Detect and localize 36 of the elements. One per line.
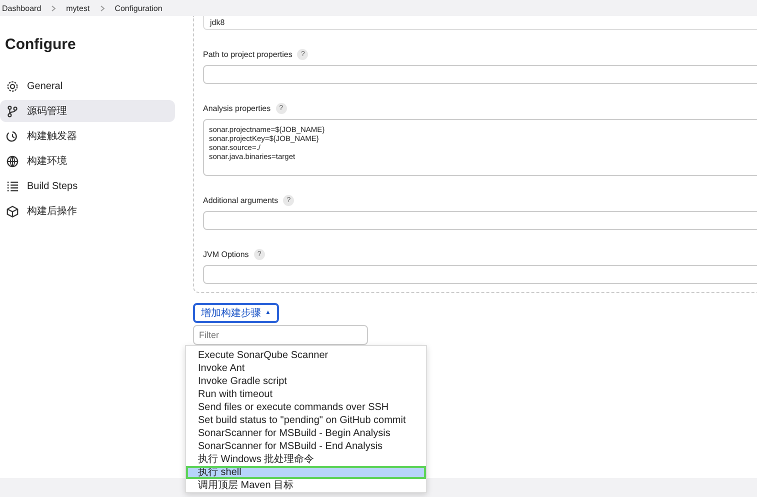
breadcrumb-link[interactable]: mytest <box>66 4 90 12</box>
field-label: Additional arguments <box>203 196 278 205</box>
input-field[interactable] <box>203 265 757 284</box>
branch-icon <box>6 104 19 118</box>
globe-icon <box>6 154 19 168</box>
chevron-icon <box>51 4 56 12</box>
menu-item[interactable]: Invoke Gradle script <box>186 375 426 388</box>
menu-item[interactable]: Run with timeout <box>186 388 426 401</box>
menu-item[interactable]: SonarScanner for MSBuild - End Analysis <box>186 440 426 453</box>
field-label: JVM Options <box>203 250 249 259</box>
clock-icon <box>6 130 19 142</box>
menu-item[interactable]: SonarScanner for MSBuild - Begin Analysis <box>186 427 426 440</box>
page-title: Configure <box>5 36 77 53</box>
sidebar-item[interactable]: Build Steps <box>0 175 175 197</box>
menu-item[interactable]: Send files or execute commands over SSH <box>186 401 426 414</box>
sidebar-item[interactable]: 构建环境 <box>0 150 175 172</box>
input-field[interactable] <box>203 65 757 84</box>
menu-item[interactable]: Invoke Ant <box>186 362 426 375</box>
chevron-icon <box>100 4 105 12</box>
breadcrumb-link[interactable]: Dashboard <box>2 4 42 12</box>
menu-item[interactable]: Execute SonarQube Scanner <box>186 349 426 362</box>
sidebar-item[interactable]: 源码管理 <box>0 100 175 122</box>
breadcrumb-link[interactable]: Configuration <box>114 4 162 12</box>
input-field[interactable] <box>203 211 757 230</box>
list-icon <box>6 180 19 192</box>
box-icon <box>6 204 19 218</box>
sidebar-item[interactable]: 构建触发器 <box>0 125 175 147</box>
gear-icon <box>6 80 19 92</box>
sidebar-item[interactable]: General <box>0 75 175 97</box>
menu-item[interactable]: Set build status to "pending" on GitHub commit <box>186 414 426 427</box>
menu-item[interactable]: 执行 Windows 批处理命令 <box>186 453 426 466</box>
filter-field[interactable]: Filter <box>193 325 368 345</box>
field-label: Path to project properties <box>203 50 292 59</box>
sidebar-item[interactable]: 构建后操作 <box>0 200 175 222</box>
jdk-field[interactable]: jdk8 <box>203 16 757 30</box>
field-label: Analysis properties <box>203 104 271 113</box>
